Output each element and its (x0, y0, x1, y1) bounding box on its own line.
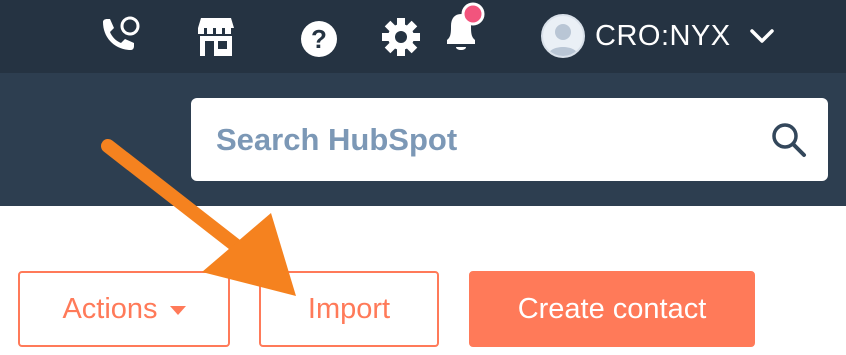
help-icon[interactable]: ? (299, 19, 339, 59)
top-navigation-bar: ? CRO:NYX (0, 0, 846, 73)
create-contact-label: Create contact (517, 292, 707, 325)
actions-label: Actions (62, 292, 158, 325)
phone-icon[interactable] (95, 13, 143, 59)
avatar (541, 14, 585, 58)
import-label: Import (307, 292, 391, 325)
actions-dropdown-button[interactable]: Actions (18, 271, 230, 347)
svg-text:?: ? (311, 24, 327, 54)
account-menu[interactable]: CRO:NYX (541, 13, 775, 59)
marketplace-icon[interactable] (195, 16, 237, 58)
settings-icon[interactable] (380, 16, 422, 58)
chevron-down-icon[interactable] (749, 28, 775, 44)
create-contact-button[interactable]: Create contact (469, 271, 755, 347)
import-button[interactable]: Import (259, 271, 439, 347)
search-box (191, 98, 828, 181)
search-input[interactable] (191, 98, 751, 181)
caret-down-icon (169, 305, 186, 315)
search-icon[interactable] (769, 120, 809, 160)
notifications-icon[interactable] (441, 2, 489, 56)
account-name: CRO:NYX (595, 19, 731, 52)
notification-badge (461, 2, 485, 26)
